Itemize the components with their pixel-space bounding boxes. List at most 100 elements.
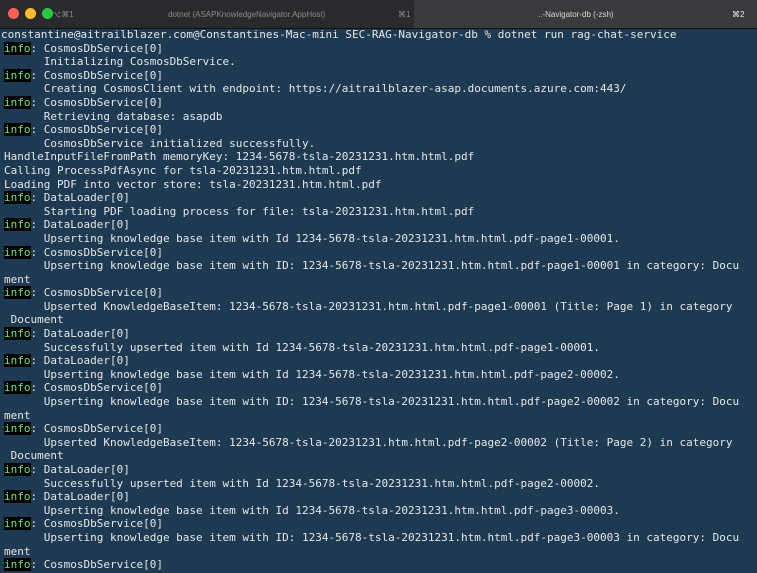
terminal-line: Document <box>4 449 757 463</box>
log-text: Document <box>4 313 64 327</box>
log-text: : CosmosDbService[0] <box>30 95 163 109</box>
terminal-line: info: CosmosDbService[0] <box>4 245 757 260</box>
log-text: : DataLoader[0] <box>30 490 130 504</box>
log-text: Initializing CosmosDbService. <box>4 55 236 69</box>
log-level-info: info <box>4 286 31 300</box>
terminal-line: info: DataLoader[0] <box>4 191 757 205</box>
log-level-info: info <box>4 327 31 341</box>
log-text: : DataLoader[0] <box>30 354 130 368</box>
log-text: Upserting knowledge base item with ID: 1… <box>4 259 740 273</box>
log-text: : DataLoader[0] <box>30 463 130 476</box>
terminal-line: Retrieving database: asapdb <box>4 110 757 124</box>
log-text: ment <box>4 272 31 286</box>
log-level-info: info <box>4 422 31 436</box>
log-text: : DataLoader[0] <box>30 327 130 341</box>
terminal-line: ment <box>4 273 757 287</box>
log-text: Loading PDF into vector store: tsla-2023… <box>4 177 382 191</box>
terminal-line: info: DataLoader[0] <box>4 463 757 477</box>
tab-apphost[interactable]: ⌥⌘1 dotnet (ASAPKnowledgeNavigator.AppHo… <box>0 0 414 28</box>
terminal-line: Initializing CosmosDbService. <box>4 55 757 69</box>
log-text: Upserting knowledge base item with ID: 1… <box>4 530 740 544</box>
log-text: : CosmosDbService[0] <box>30 41 163 55</box>
terminal-line: info: CosmosDbService[0] <box>4 95 757 110</box>
terminal-line: Upserting knowledge base item with ID: 1… <box>4 531 757 545</box>
tab-zsh[interactable]: ..-Navigator-db (-zsh) ⌘2 <box>414 0 757 28</box>
minimize-window-icon[interactable] <box>25 8 36 19</box>
terminal-line: Upserting knowledge base item with ID: 1… <box>4 395 757 409</box>
log-text: Creating CosmosClient with endpoint: htt… <box>4 82 627 96</box>
log-level-info: info <box>4 245 31 259</box>
terminal-line: info: DataLoader[0] <box>4 327 757 341</box>
terminal-line: Upserting knowledge base item with Id 12… <box>4 504 757 518</box>
terminal-line: info: CosmosDbService[0] <box>4 381 757 395</box>
terminal-line: constantine@aitrailblazer.com@Constantin… <box>1 28 757 42</box>
log-text: : CosmosDbService[0] <box>30 68 163 82</box>
log-level-info: info <box>4 490 31 504</box>
log-text: ment <box>4 408 31 422</box>
terminal-line: ment <box>4 409 757 423</box>
title-bar: ⌥⌘1 dotnet (ASAPKnowledgeNavigator.AppHo… <box>0 0 757 29</box>
terminal-line: ment <box>4 545 757 559</box>
tab-shortcut-right: ⌘1 <box>398 10 411 19</box>
log-text: Successfully upserted item with Id 1234-… <box>4 340 601 354</box>
log-text: Retrieving database: asapdb <box>4 109 223 123</box>
log-text: : CosmosDbService[0] <box>30 517 163 531</box>
log-text: Upserting knowledge base item with ID: 1… <box>4 395 740 409</box>
tab-shortcut-right: ⌘2 <box>732 10 745 19</box>
terminal-line: info: DataLoader[0] <box>4 218 757 232</box>
log-text: : DataLoader[0] <box>30 191 130 205</box>
terminal-line: HandleInputFileFromPath memoryKey: 1234-… <box>4 150 757 164</box>
log-text: CosmosDbService initialized successfully… <box>4 136 316 150</box>
log-text: : CosmosDbService[0] <box>30 381 163 395</box>
terminal-line: Upserting knowledge base item with ID: 1… <box>4 259 757 273</box>
close-window-icon[interactable] <box>8 8 19 19</box>
terminal-line: Successfully upserted item with Id 1234-… <box>4 477 757 491</box>
log-level-info: info <box>4 381 31 395</box>
log-text: Successfully upserted item with Id 1234-… <box>4 476 601 490</box>
log-level-info: info <box>4 218 31 232</box>
terminal-line: info: CosmosDbService[0] <box>4 123 757 137</box>
log-text: : DataLoader[0] <box>30 218 130 232</box>
log-text: : CosmosDbService[0] <box>30 245 163 259</box>
window-controls <box>8 8 53 19</box>
terminal-line: Starting PDF loading process for file: t… <box>4 205 757 219</box>
tab-shortcut-left: ⌥⌘1 <box>52 10 74 19</box>
terminal-line: Upserted KnowledgeBaseItem: 1234-5678-ts… <box>4 436 757 450</box>
terminal-line: info: CosmosDbService[0] <box>4 517 757 531</box>
log-text: constantine@aitrailblazer.com@Constantin… <box>1 28 677 41</box>
terminal-line: info: CosmosDbService[0] <box>4 558 757 572</box>
tab-label: ..-Navigator-db (-zsh) <box>538 10 614 19</box>
log-level-info: info <box>4 41 31 55</box>
log-text: Starting PDF loading process for file: t… <box>4 204 475 218</box>
log-level-info: info <box>4 123 31 137</box>
terminal-line: info: DataLoader[0] <box>4 354 757 368</box>
log-level-info: info <box>4 191 31 205</box>
log-level-info: info <box>4 95 31 109</box>
terminal-line: info: CosmosDbService[0] <box>4 41 757 56</box>
terminal-line: Calling ProcessPdfAsync for tsla-2023123… <box>4 164 757 178</box>
log-text: Upserting knowledge base item with Id 12… <box>4 231 620 245</box>
terminal-line: Successfully upserted item with Id 1234-… <box>4 341 757 355</box>
log-text: HandleInputFileFromPath memoryKey: 1234-… <box>4 150 475 164</box>
terminal-line: Loading PDF into vector store: tsla-2023… <box>4 178 757 192</box>
terminal-output[interactable]: constantine@aitrailblazer.com@Constantin… <box>0 28 757 573</box>
log-text: Document <box>4 449 64 463</box>
tab-label: dotnet (ASAPKnowledgeNavigator.AppHost) <box>168 10 326 19</box>
log-text: ment <box>4 544 31 558</box>
log-level-info: info <box>4 558 31 572</box>
log-text: Upserting knowledge base item with Id 12… <box>4 367 620 381</box>
log-level-info: info <box>4 463 31 476</box>
log-text: : CosmosDbService[0] <box>30 422 163 436</box>
terminal-line: Creating CosmosClient with endpoint: htt… <box>4 82 757 96</box>
terminal-window: ⌥⌘1 dotnet (ASAPKnowledgeNavigator.AppHo… <box>0 0 757 573</box>
terminal-line: CosmosDbService initialized successfully… <box>4 137 757 151</box>
log-text: Upserted KnowledgeBaseItem: 1234-5678-ts… <box>4 435 733 449</box>
terminal-line: Upserting knowledge base item with Id 12… <box>4 368 757 382</box>
log-text: Calling ProcessPdfAsync for tsla-2023123… <box>4 163 362 177</box>
log-level-info: info <box>4 354 31 368</box>
log-text: : CosmosDbService[0] <box>30 558 163 572</box>
log-level-info: info <box>4 517 31 531</box>
zoom-window-icon[interactable] <box>42 8 53 19</box>
terminal-line: Upserted KnowledgeBaseItem: 1234-5678-ts… <box>4 300 757 314</box>
log-text: Upserting knowledge base item with Id 12… <box>4 503 620 517</box>
